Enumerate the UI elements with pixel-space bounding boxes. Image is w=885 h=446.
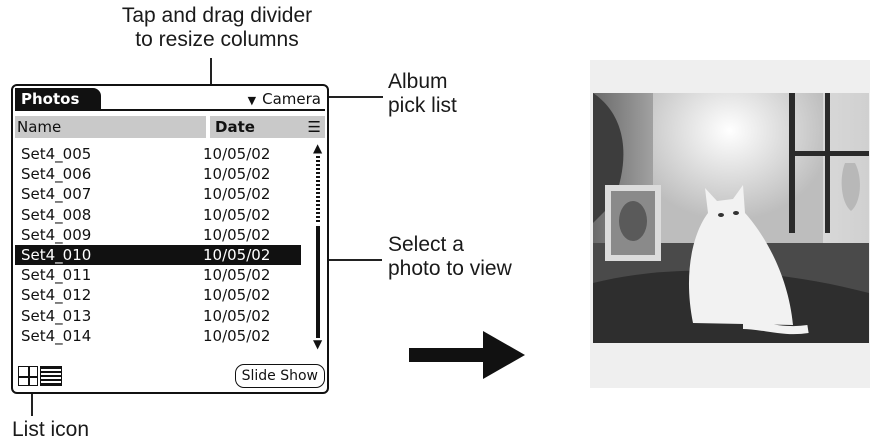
scrollbar-thumb[interactable] — [316, 226, 320, 338]
callout-list-icon: List icon — [12, 418, 90, 441]
photo-date: 10/05/02 — [203, 326, 271, 345]
list-item[interactable]: Set4_014 10/05/02 — [15, 326, 301, 346]
list-item[interactable]: Set4_011 10/05/02 — [15, 265, 301, 285]
photo-date: 10/05/02 — [203, 286, 271, 305]
list-item[interactable]: Set4_009 10/05/02 — [15, 225, 301, 245]
scrollbar-track[interactable] — [316, 156, 320, 222]
callout-album-line2: pick list — [388, 94, 457, 117]
photo-name: Set4_007 — [21, 185, 92, 204]
photo-name: Set4_006 — [21, 165, 92, 184]
list-item[interactable]: Set4_007 10/05/02 — [15, 184, 301, 204]
column-divider[interactable] — [206, 116, 210, 138]
photo-name: Set4_012 — [21, 286, 92, 305]
photo-name: Set4_005 — [21, 145, 92, 163]
photo-date: 10/05/02 — [203, 165, 271, 184]
list-item[interactable]: Set4_006 10/05/02 — [15, 164, 301, 184]
column-header-date[interactable]: Date — [215, 116, 255, 138]
callout-select-line2: photo to view — [388, 257, 512, 280]
scrollbar[interactable]: ▲ ▼ — [313, 142, 323, 354]
album-pick-list-label: Camera — [262, 90, 321, 108]
photo-name: Set4_014 — [21, 326, 92, 345]
view-toggle — [18, 366, 64, 386]
list-item[interactable]: Set4_008 10/05/02 — [15, 205, 301, 225]
triangle-down-icon: ▼ — [247, 94, 257, 107]
list-item[interactable]: Set4_005 10/05/02 — [15, 144, 301, 164]
photo-name: Set4_013 — [21, 306, 92, 325]
photo-date: 10/05/02 — [203, 266, 271, 285]
column-header-name[interactable]: Name — [17, 116, 61, 138]
callout-album-line — [325, 96, 383, 98]
list-item[interactable]: Set4_013 10/05/02 — [15, 306, 301, 326]
photo-date: 10/05/02 — [203, 245, 271, 264]
grid-icon[interactable] — [18, 366, 38, 386]
photo-name: Set4_010 — [21, 245, 92, 264]
photo-list: Set4_005 10/05/02 Set4_006 10/05/02 Set4… — [15, 144, 301, 346]
arrow-down-icon[interactable]: ▼ — [313, 338, 322, 350]
photo-date: 10/05/02 — [203, 225, 271, 244]
list-item-selected[interactable]: Set4_010 10/05/02 — [15, 244, 301, 266]
callout-select-line1: Select a — [388, 233, 464, 256]
callout-album: Album pick list — [388, 70, 457, 118]
photos-app-screen: Photos ▼ Camera Name Date ☰ Set4_005 10/0… — [11, 84, 329, 394]
photo-date: 10/05/02 — [203, 145, 271, 163]
photo-name: Set4_009 — [21, 225, 92, 244]
album-pick-list[interactable]: ▼ Camera — [248, 89, 321, 111]
photo-date: 10/05/02 — [203, 185, 271, 204]
sort-lines-icon[interactable]: ☰ — [308, 116, 321, 138]
list-item[interactable]: Set4_012 10/05/02 — [15, 285, 301, 305]
arrow-right-icon — [409, 331, 525, 379]
photo-date: 10/05/02 — [203, 205, 271, 224]
photo-name: Set4_008 — [21, 205, 92, 224]
arrow-up-icon[interactable]: ▲ — [313, 142, 322, 154]
callout-divider: Tap and drag divider to resize columns — [121, 4, 313, 51]
photo-preview — [593, 93, 869, 343]
app-title: Photos — [15, 88, 101, 110]
column-header: Name Date ☰ — [15, 116, 325, 138]
callout-album-line1: Album — [388, 70, 448, 93]
photo-name: Set4_011 — [21, 266, 92, 285]
list-icon[interactable] — [40, 366, 62, 386]
photo-date: 10/05/02 — [203, 306, 271, 325]
slide-show-button[interactable]: Slide Show — [234, 364, 325, 388]
callout-select: Select a photo to view — [388, 233, 512, 281]
